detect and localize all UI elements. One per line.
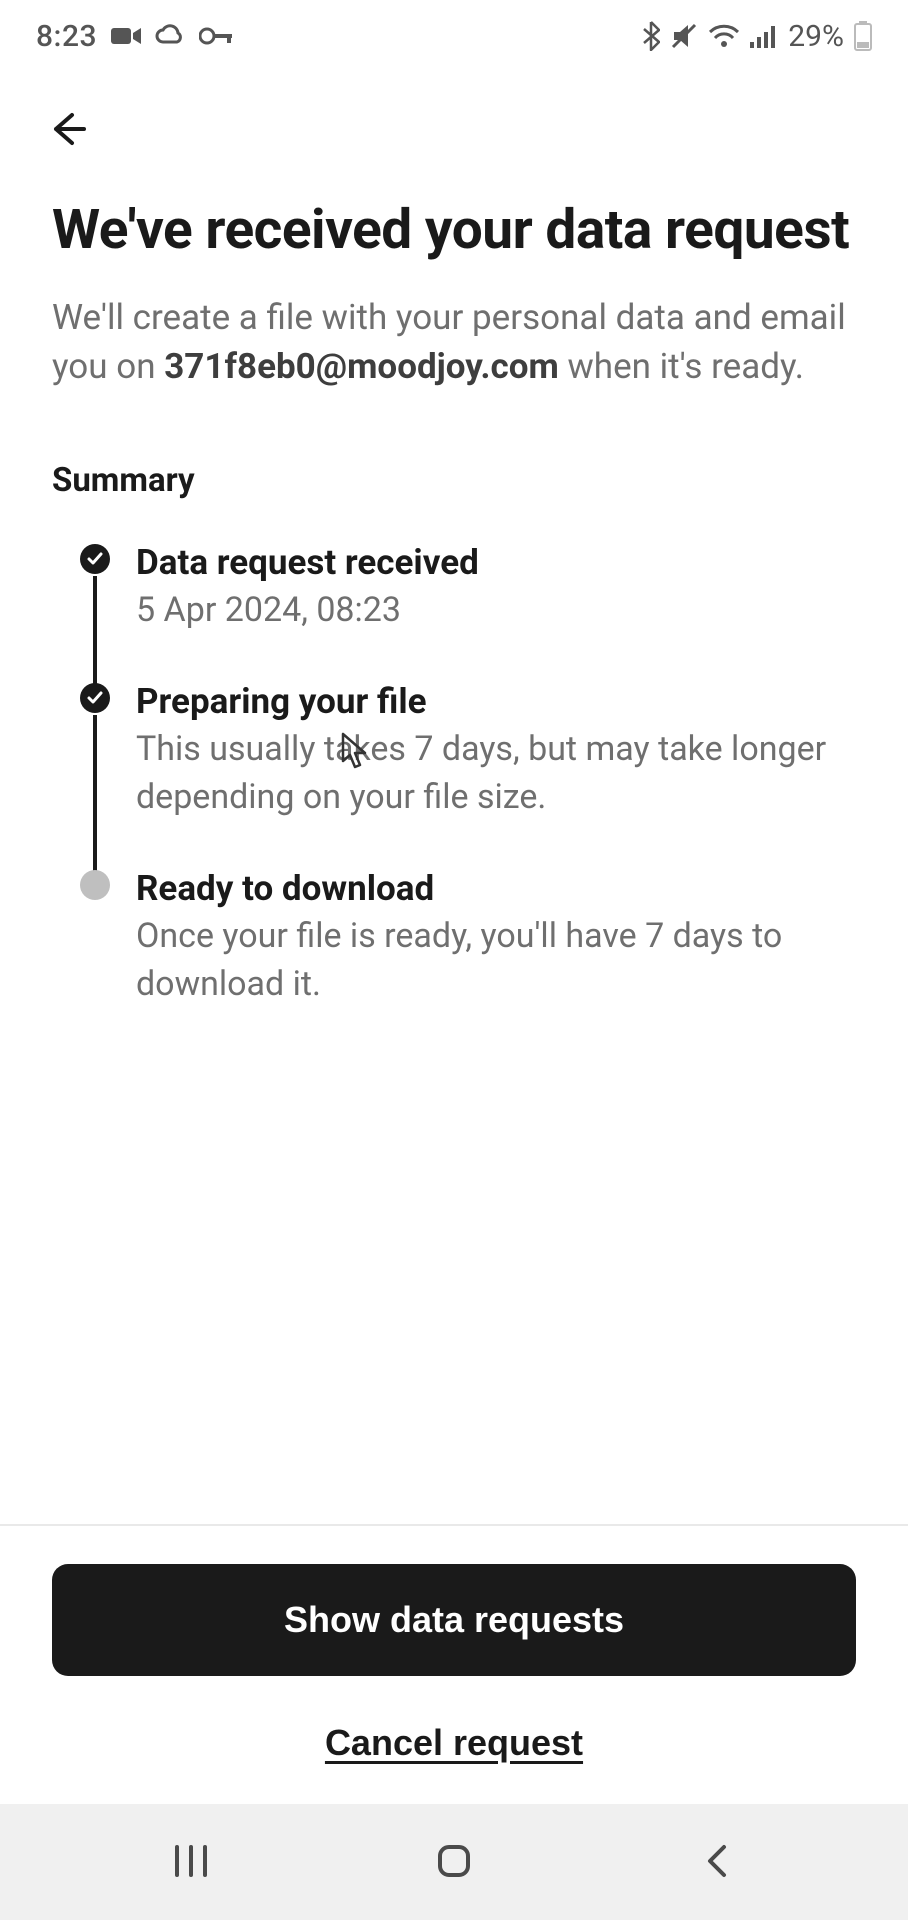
timeline-connector [93,576,97,685]
progress-timeline: Data request received 5 Apr 2024, 08:23 … [52,540,856,1008]
chevron-left-icon [704,1843,730,1882]
signal-icon [750,24,778,48]
check-icon [86,550,104,568]
recents-icon [171,1843,211,1882]
timeline-item-desc: Once your file is ready, you'll have 7 d… [136,913,856,1008]
status-time: 8:23 [36,19,97,54]
timeline-item-desc: This usually takes 7 days, but may take … [136,726,856,821]
arrow-left-icon [48,109,88,152]
summary-heading: Summary [52,461,856,500]
footer-actions: Show data requests Cancel request [0,1524,908,1804]
battery-percentage: 29% [788,19,844,54]
android-home-button[interactable] [404,1832,504,1892]
page-title: We've received your data request [52,198,856,263]
timeline-item-title: Ready to download [136,866,856,912]
timeline-item: Ready to download Once your file is read… [80,866,856,1009]
android-back-button[interactable] [667,1832,767,1892]
timeline-item: Data request received 5 Apr 2024, 08:23 [80,540,856,679]
timeline-dot-complete [80,544,110,574]
video-icon [111,25,141,47]
main-content: We've received your data request We'll c… [0,198,908,1524]
timeline-connector [93,715,97,872]
bluetooth-icon [642,21,660,51]
android-nav-bar [0,1804,908,1920]
back-button[interactable] [40,102,96,158]
cancel-request-button[interactable]: Cancel request [325,1722,583,1764]
battery-icon [854,21,872,51]
timeline-item: Preparing your file This usually takes 7… [80,679,856,866]
show-data-requests-button[interactable]: Show data requests [52,1564,856,1676]
subtitle-suffix: when it's ready. [559,346,804,387]
status-right-cluster: 29% [642,19,872,54]
page-subtitle: We'll create a file with your personal d… [52,293,856,391]
mute-icon [670,22,698,50]
android-recents-button[interactable] [141,1832,241,1892]
timeline-item-desc: 5 Apr 2024, 08:23 [136,587,856,635]
wifi-icon [708,24,740,48]
cloud-sync-icon [155,24,185,48]
android-status-bar: 8:23 29% [0,0,908,72]
status-left-cluster: 8:23 [36,19,233,54]
check-icon [86,689,104,707]
home-icon [436,1843,472,1882]
subtitle-email: 371f8eb0@moodjoy.com [164,346,559,387]
timeline-dot-pending [80,870,110,900]
app-screen: We've received your data request We'll c… [0,72,908,1804]
app-topbar [0,72,908,198]
timeline-item-title: Data request received [136,540,856,586]
timeline-dot-complete [80,683,110,713]
vpn-key-icon [199,27,233,45]
timeline-item-title: Preparing your file [136,679,856,725]
